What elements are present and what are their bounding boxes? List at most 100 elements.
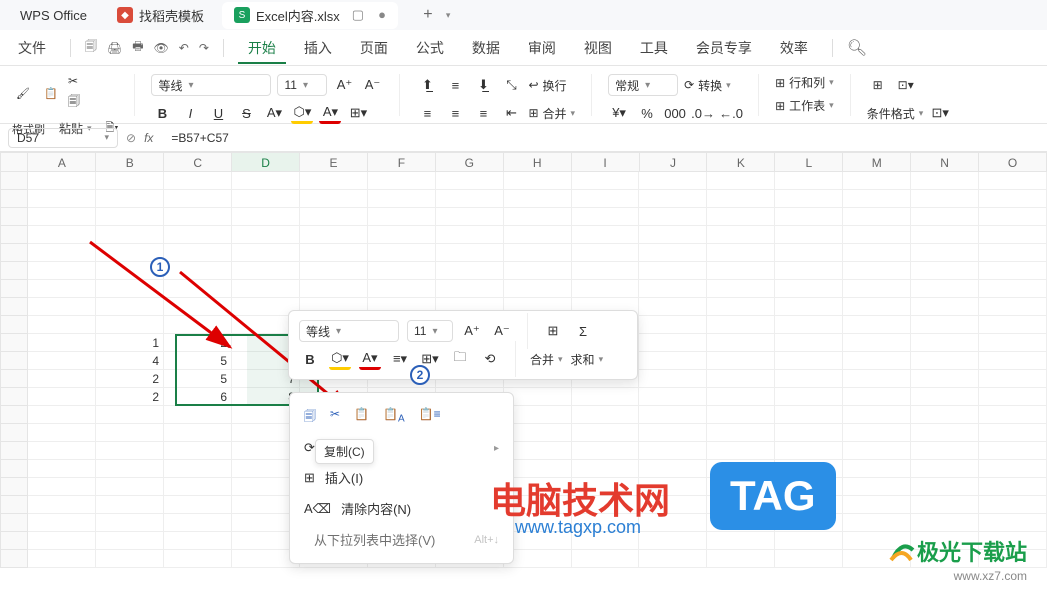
cell[interactable]	[164, 226, 232, 244]
cell[interactable]	[164, 406, 232, 424]
preview-icon[interactable]: 👁	[154, 41, 169, 55]
cell[interactable]	[707, 244, 775, 262]
cell[interactable]	[979, 298, 1047, 316]
row-header[interactable]	[0, 496, 28, 514]
cell[interactable]	[232, 226, 300, 244]
cell[interactable]	[775, 352, 843, 370]
mini-sum-icon[interactable]: Σ	[572, 320, 594, 342]
cell[interactable]	[843, 460, 911, 478]
cell[interactable]	[911, 298, 979, 316]
cell[interactable]	[368, 244, 436, 262]
cell[interactable]	[572, 226, 640, 244]
cell[interactable]	[843, 226, 911, 244]
cell[interactable]	[572, 550, 640, 568]
cell[interactable]	[232, 280, 300, 298]
cell[interactable]	[639, 262, 707, 280]
cell[interactable]	[232, 190, 300, 208]
cell[interactable]	[911, 208, 979, 226]
cell[interactable]	[28, 514, 96, 532]
row-header[interactable]	[0, 514, 28, 532]
cell[interactable]	[775, 280, 843, 298]
cell-style-icon[interactable]: ⊡▾	[929, 102, 951, 124]
mini-format-button[interactable]: 🗀	[449, 348, 471, 370]
cell[interactable]	[572, 244, 640, 262]
cell[interactable]	[436, 172, 504, 190]
cell[interactable]	[96, 496, 164, 514]
cell[interactable]	[639, 532, 707, 550]
cell[interactable]	[843, 298, 911, 316]
cell[interactable]	[232, 262, 300, 280]
cell[interactable]	[96, 316, 164, 334]
cell[interactable]: 2	[96, 370, 164, 388]
ctx-paste-icon[interactable]: 📋	[354, 407, 369, 428]
select-all-corner[interactable]	[0, 152, 28, 172]
cell[interactable]	[300, 262, 368, 280]
cell[interactable]	[911, 316, 979, 334]
row-header[interactable]	[0, 550, 28, 568]
cell[interactable]	[911, 460, 979, 478]
cell[interactable]	[639, 388, 707, 406]
cell[interactable]	[979, 478, 1047, 496]
cell[interactable]	[707, 550, 775, 568]
cell[interactable]	[775, 424, 843, 442]
cell[interactable]	[707, 334, 775, 352]
cell[interactable]	[436, 190, 504, 208]
row-header[interactable]	[0, 226, 28, 244]
orientation-icon[interactable]: ⤡	[500, 74, 522, 96]
export-icon[interactable]: 🖨	[107, 41, 122, 55]
cell[interactable]	[572, 388, 640, 406]
cell[interactable]	[979, 424, 1047, 442]
cell[interactable]	[639, 316, 707, 334]
cell[interactable]	[28, 352, 96, 370]
cell[interactable]	[639, 280, 707, 298]
minimize-icon[interactable]: ▢	[352, 7, 364, 23]
cell[interactable]	[979, 172, 1047, 190]
formula-value[interactable]: =B57+C57	[171, 131, 228, 145]
cell[interactable]	[572, 424, 640, 442]
highlight-button[interactable]: ⬡▾	[291, 102, 313, 124]
font-combo[interactable]: 等线▾	[151, 74, 271, 96]
paste-button[interactable]: 📋	[40, 83, 62, 105]
cell[interactable]	[979, 406, 1047, 424]
cell[interactable]	[232, 244, 300, 262]
cell[interactable]	[639, 226, 707, 244]
increase-font-icon[interactable]: A⁺	[333, 74, 355, 96]
underline-button[interactable]: U	[207, 102, 229, 124]
cell[interactable]	[979, 280, 1047, 298]
cell[interactable]	[911, 424, 979, 442]
cell[interactable]	[504, 172, 572, 190]
print-icon[interactable]: 🖶	[132, 37, 143, 58]
row-header[interactable]	[0, 298, 28, 316]
cell[interactable]	[96, 226, 164, 244]
menu-start[interactable]: 开始	[238, 32, 286, 64]
row-header[interactable]	[0, 532, 28, 550]
row-header[interactable]	[0, 406, 28, 424]
row-header[interactable]	[0, 460, 28, 478]
wrap-button[interactable]: ↩ 换行	[528, 77, 566, 94]
cell[interactable]: 4	[96, 352, 164, 370]
row-header[interactable]	[0, 262, 28, 280]
row-header[interactable]	[0, 424, 28, 442]
cell[interactable]	[164, 424, 232, 442]
cell[interactable]	[368, 172, 436, 190]
cell[interactable]	[164, 262, 232, 280]
cell[interactable]	[300, 172, 368, 190]
cell[interactable]	[232, 172, 300, 190]
cell[interactable]	[639, 208, 707, 226]
cell[interactable]: 2	[164, 334, 232, 352]
cell[interactable]	[775, 442, 843, 460]
cell[interactable]	[843, 496, 911, 514]
tab-template-store[interactable]: ◆ 找稻壳模板	[105, 2, 216, 29]
cell[interactable]	[28, 460, 96, 478]
align-top-icon[interactable]: ⬆̲	[416, 74, 438, 96]
format-brush-button[interactable]: 🖌	[12, 83, 34, 105]
cancel-formula-icon[interactable]: ⊘	[126, 131, 136, 145]
cell[interactable]	[843, 334, 911, 352]
cell[interactable]	[96, 442, 164, 460]
cell[interactable]	[504, 226, 572, 244]
cell[interactable]	[232, 208, 300, 226]
cell[interactable]	[96, 478, 164, 496]
menu-formula[interactable]: 公式	[406, 32, 454, 64]
mini-merge-icon[interactable]: ⊞	[542, 320, 564, 342]
cell[interactable]	[639, 352, 707, 370]
